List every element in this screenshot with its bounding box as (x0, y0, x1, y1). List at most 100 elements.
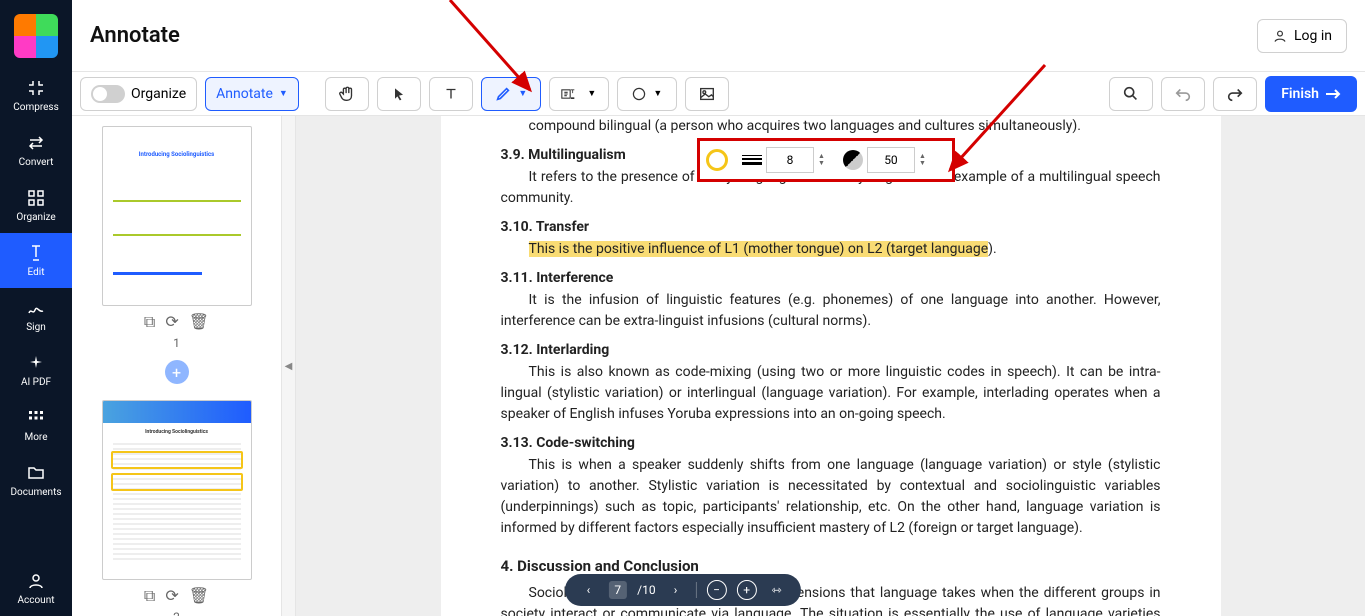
sidebar-label: Convert (19, 157, 54, 168)
heading: 3.12. Interlarding (501, 342, 1161, 358)
heading: 4. Discussion and Conclusion (501, 557, 1161, 575)
stroke-width-input[interactable] (766, 147, 814, 173)
width-spinner[interactable]: ▲▼ (818, 153, 825, 167)
caret-down-icon: ▼ (279, 88, 288, 99)
highlight-tool[interactable]: ▼ (549, 77, 609, 111)
finish-button[interactable]: Finish (1265, 76, 1357, 112)
color-swatch[interactable] (706, 149, 728, 171)
app-logo (14, 14, 58, 58)
total-pages: /10 (637, 583, 655, 597)
zoom-out-button[interactable]: − (707, 580, 727, 600)
login-label: Log in (1294, 28, 1332, 44)
compress-icon (26, 78, 46, 98)
folder-icon (26, 463, 46, 483)
text-tool[interactable] (429, 77, 473, 111)
sparkle-icon (26, 353, 46, 373)
copy-icon[interactable]: ⧉ (144, 312, 155, 332)
organize-label: Organize (131, 86, 186, 102)
body-text: It is the infusion of linguistic feature… (501, 290, 1161, 332)
circle-icon (631, 86, 647, 102)
page-content: compound bilingual (a person who acquire… (441, 116, 1221, 616)
next-page-button[interactable]: › (666, 583, 686, 597)
collapse-panel-button[interactable]: ◀ (282, 116, 296, 616)
sidebar-label: Sign (26, 322, 46, 333)
redo-icon (1226, 85, 1244, 103)
thumbnail-number: 1 (102, 336, 252, 350)
login-button[interactable]: Log in (1257, 19, 1347, 53)
highlight-icon (561, 86, 581, 102)
search-button[interactable] (1109, 77, 1153, 111)
zoom-in-button[interactable]: + (737, 580, 757, 600)
highlighted-text: This is the positive influence of L1 (mo… (529, 241, 989, 257)
sidebar-compress[interactable]: Compress (0, 68, 72, 123)
stroke-width-icon[interactable] (742, 155, 762, 165)
undo-button[interactable] (1161, 77, 1205, 111)
heading: 3.11. Interference (501, 270, 1161, 286)
sidebar-label: Compress (13, 102, 59, 113)
heading: 3.10. Transfer (501, 219, 1161, 235)
edit-icon (26, 243, 46, 263)
sidebar-sign[interactable]: Sign (0, 288, 72, 343)
thumbnail-preview: Introducing Sociolinguistics (102, 400, 252, 580)
sidebar-convert[interactable]: Convert (0, 123, 72, 178)
sidebar-account[interactable]: Account (0, 561, 72, 616)
body-text: This is when a speaker suddenly shifts f… (501, 455, 1161, 539)
text-icon (442, 85, 460, 103)
caret-down-icon: ▼ (518, 88, 527, 99)
image-icon (698, 85, 716, 103)
sidebar-edit[interactable]: Edit (0, 233, 72, 288)
sidebar-aipdf[interactable]: AI PDF (0, 343, 72, 398)
thumbnail-2[interactable]: Introducing Sociolinguistics ⧉ ⟳ 🗑 2 (102, 400, 252, 616)
user-icon (1272, 28, 1288, 44)
account-icon (26, 571, 46, 591)
toggle-switch[interactable] (91, 85, 125, 103)
thumbnail-number: 2 (102, 610, 252, 616)
sidebar-documents[interactable]: Documents (0, 453, 72, 508)
thumbnail-panel[interactable]: Introducing Sociolinguistics ⧉ ⟳ 🗑 1 + I… (72, 116, 282, 616)
hand-icon (338, 85, 356, 103)
rotate-icon[interactable]: ⟳ (165, 312, 178, 332)
opacity-icon[interactable] (843, 150, 863, 170)
thumbnail-actions: ⧉ ⟳ 🗑 (102, 312, 252, 332)
current-page-input[interactable]: 7 (608, 581, 627, 599)
fit-width-button[interactable]: ⇿ (767, 583, 787, 597)
sidebar-label: Documents (10, 487, 61, 498)
cursor-icon (391, 86, 407, 102)
pan-tool[interactable] (325, 77, 369, 111)
copy-icon[interactable]: ⧉ (144, 586, 155, 606)
redo-button[interactable] (1213, 77, 1257, 111)
toolbar: Organize Annotate ▼ ▼ ▼ ▼ Finish (72, 72, 1365, 116)
sidebar-more[interactable]: More (0, 398, 72, 453)
page-title: Annotate (90, 23, 180, 48)
select-tool[interactable] (377, 77, 421, 111)
body-text: This is the positive influence of L1 (mo… (501, 239, 1161, 260)
pencil-icon (494, 85, 512, 103)
annotate-dropdown[interactable]: Annotate ▼ (205, 77, 299, 111)
caret-down-icon: ▼ (653, 88, 662, 99)
image-tool[interactable] (685, 77, 729, 111)
undo-icon (1174, 85, 1192, 103)
sidebar-label: More (24, 432, 47, 443)
shape-tool[interactable]: ▼ (617, 77, 677, 111)
search-icon (1122, 85, 1140, 103)
add-page-button[interactable]: + (165, 360, 189, 384)
left-sidebar: Compress Convert Organize Edit Sign AI P… (0, 0, 72, 616)
thumbnail-1[interactable]: Introducing Sociolinguistics ⧉ ⟳ 🗑 1 (102, 126, 252, 350)
organize-toggle[interactable]: Organize (80, 77, 197, 111)
delete-icon[interactable]: 🗑 (189, 586, 209, 606)
sidebar-organize[interactable]: Organize (0, 178, 72, 233)
body-text: This is also known as code-mixing (using… (501, 362, 1161, 425)
sidebar-label: AI PDF (21, 377, 51, 388)
caret-down-icon: ▼ (587, 88, 596, 99)
delete-icon[interactable]: 🗑 (189, 312, 209, 332)
rotate-icon[interactable]: ⟳ (165, 586, 178, 606)
document-viewport[interactable]: compound bilingual (a person who acquire… (296, 116, 1365, 616)
sidebar-label: Organize (16, 212, 55, 223)
sign-icon (26, 298, 46, 318)
page-navigation: ‹ 7 /10 › − + ⇿ (564, 574, 800, 606)
grid-icon (26, 408, 46, 428)
prev-page-button[interactable]: ‹ (578, 583, 598, 597)
opacity-spinner[interactable]: ▲▼ (919, 153, 926, 167)
draw-tool[interactable]: ▼ (481, 77, 541, 111)
opacity-input[interactable] (867, 147, 915, 173)
